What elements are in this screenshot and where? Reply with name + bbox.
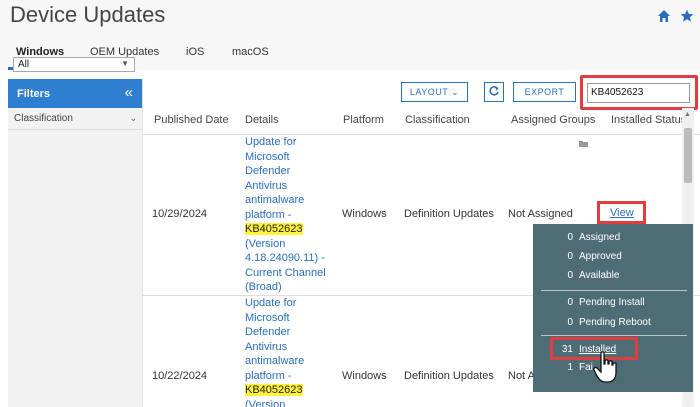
assigned-groups: Not A — [508, 370, 535, 382]
status-approved[interactable]: 0 Approved — [533, 248, 693, 266]
classification-value: All — [18, 59, 30, 70]
status-count: 0 — [567, 297, 573, 308]
details-line: platform - — [245, 208, 292, 221]
column-published-date[interactable]: Published Date — [154, 108, 229, 134]
status-label: Pending Reboot — [579, 317, 651, 328]
status-count: 0 — [567, 270, 573, 281]
status-label: Available — [579, 270, 620, 281]
details-line: (Version — [245, 237, 286, 250]
column-details[interactable]: Details — [245, 108, 279, 134]
published-date: 10/22/2024 — [152, 370, 208, 382]
kb-highlight: KB4052623 — [245, 384, 303, 396]
status-label: Assigned — [579, 232, 621, 243]
details-line: (Version — [245, 398, 286, 407]
column-platform[interactable]: Platform — [343, 108, 384, 134]
kb-highlight: KB4052623 — [245, 223, 303, 235]
refresh-button[interactable] — [484, 82, 504, 102]
details-line: Microsoft — [245, 311, 290, 324]
details-line: antimalware — [245, 194, 305, 206]
status-pending-install[interactable]: 0 Pending Install — [533, 294, 693, 312]
details-line: Update for — [245, 136, 297, 148]
home-icon[interactable] — [657, 9, 671, 23]
filters-header: Filters « — [8, 79, 142, 108]
installed-status-view-link[interactable]: View — [610, 207, 634, 219]
scroll-up-icon[interactable]: ▲ — [684, 111, 691, 118]
details-line: Current Channel — [245, 266, 326, 279]
layout-button[interactable]: LAYOUT ⌄ — [401, 82, 468, 102]
details-line: platform - — [245, 369, 292, 382]
details-line: (Broad) — [245, 281, 282, 293]
details-line: 4.18.24090.11) - — [245, 252, 325, 264]
status-count: 1 — [567, 362, 573, 373]
details-line: Antivirus — [245, 340, 288, 353]
classification-select[interactable]: All ▼ — [13, 57, 135, 72]
chevron-down-icon: ⌄ — [129, 113, 137, 123]
tab-macos[interactable]: macOS — [232, 46, 269, 58]
refresh-icon — [489, 86, 499, 96]
search-input[interactable]: KB4052623 — [587, 83, 690, 103]
star-icon[interactable] — [680, 9, 694, 23]
filters-panel: Filters « Classification ⌄ — [8, 79, 143, 407]
classification-filter-toggle[interactable]: Classification ⌄ — [8, 108, 142, 130]
status-available[interactable]: 0 Available — [533, 267, 693, 285]
column-assigned-groups[interactable]: Assigned Groups — [511, 108, 595, 134]
status-pending-reboot[interactable]: 0 Pending Reboot — [533, 314, 693, 332]
hand-cursor-icon — [593, 351, 617, 383]
details-link[interactable]: Update for Microsoft Defender Antivirus … — [245, 135, 326, 295]
assigned-groups: Not Assigned — [508, 208, 573, 220]
status-assigned[interactable]: 0 Assigned — [533, 229, 693, 247]
layout-label: LAYOUT — [409, 87, 449, 97]
details-line: Antivirus — [245, 179, 288, 192]
folder-icon — [579, 141, 588, 147]
details-line: antimalware — [245, 355, 305, 367]
details-line: Update for — [245, 297, 297, 309]
tab-ios[interactable]: iOS — [186, 46, 204, 58]
scroll-thumb[interactable] — [684, 128, 692, 183]
status-count: 0 — [567, 317, 573, 328]
page-title: Device Updates — [10, 2, 166, 27]
status-label: Pending Install — [579, 297, 645, 308]
collapse-filters-icon[interactable]: « — [125, 84, 133, 101]
export-button[interactable]: EXPORT — [513, 82, 576, 102]
page-header: Device Updates — [0, 0, 700, 38]
status-count: 0 — [567, 251, 573, 262]
classification: Definition Updates — [404, 208, 494, 220]
popup-divider — [541, 290, 687, 291]
filters-title: Filters — [17, 88, 51, 100]
status-label: Fai — [579, 362, 593, 373]
popup-divider — [541, 335, 687, 336]
column-installed-status[interactable]: Installed Status — [611, 108, 686, 134]
details-link[interactable]: Update for Microsoft Defender Antivirus … — [245, 296, 304, 407]
platform: Windows — [342, 370, 387, 382]
chevron-down-icon: ⌄ — [451, 87, 460, 97]
classification: Definition Updates — [404, 370, 494, 382]
published-date: 10/29/2024 — [152, 208, 208, 220]
details-line: Defender — [245, 326, 291, 338]
details-line: Defender — [245, 165, 291, 177]
status-label: Approved — [579, 251, 622, 262]
details-line: Microsoft — [245, 150, 290, 163]
platform: Windows — [342, 208, 387, 220]
column-classification[interactable]: Classification — [405, 108, 470, 134]
classification-label: Classification — [14, 113, 73, 124]
status-count: 0 — [567, 232, 573, 243]
chevron-down-icon: ▼ — [121, 59, 129, 68]
